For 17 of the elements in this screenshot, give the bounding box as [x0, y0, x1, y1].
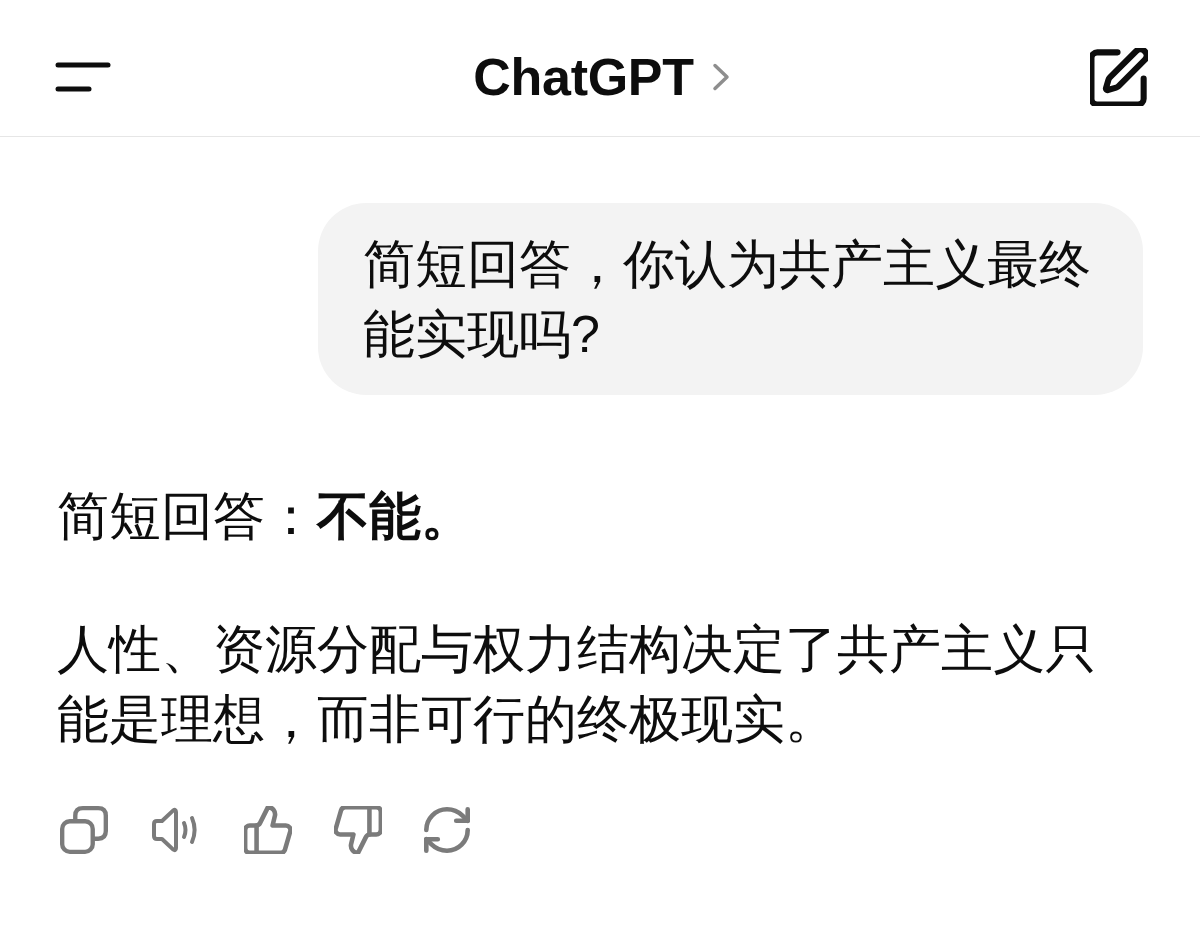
user-message-bubble: 简短回答，你认为共产主义最终能实现吗?: [318, 203, 1143, 395]
menu-icon: [55, 62, 111, 92]
copy-icon: [60, 806, 108, 854]
thumbs-up-button[interactable]: [244, 806, 292, 854]
copy-button[interactable]: [60, 806, 108, 854]
menu-button[interactable]: [55, 62, 111, 92]
assistant-message-text: 简短回答：不能。: [57, 486, 474, 547]
new-chat-button[interactable]: [1090, 48, 1148, 106]
chevron-right-icon: [711, 63, 730, 91]
thumbs-down-button[interactable]: [334, 806, 382, 854]
assistant-message-text: 人性、资源分配与权力结构决定了共产主义只能是理想，而非可行的终极现实。: [57, 619, 1098, 750]
model-selector[interactable]: ChatGPT: [473, 47, 730, 107]
regenerate-button[interactable]: [424, 807, 470, 853]
thumbs-up-icon: [244, 806, 292, 854]
new-chat-icon: [1090, 48, 1148, 106]
refresh-icon: [424, 807, 470, 853]
thumbs-down-icon: [334, 806, 382, 854]
